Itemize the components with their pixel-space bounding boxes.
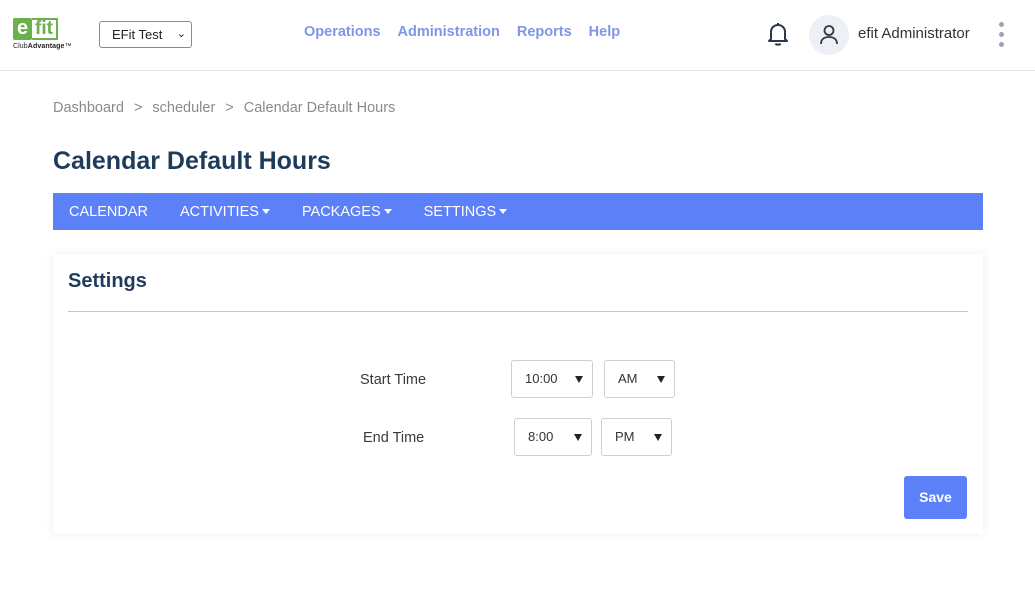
caret-down-icon: [657, 376, 665, 383]
breadcrumb: Dashboard > scheduler > Calendar Default Hou…: [53, 100, 395, 116]
page-title: Calendar Default Hours: [53, 147, 331, 175]
end-hour-value: 8:00: [528, 429, 554, 444]
start-period-select[interactable]: AM: [604, 360, 675, 398]
efit-logo[interactable]: e fit ClubAdvantage™: [13, 16, 85, 54]
breadcrumb-current: Calendar Default Hours: [243, 100, 396, 116]
club-select-value: EFit Test: [112, 27, 163, 42]
nav-operations[interactable]: Operations: [304, 24, 381, 40]
start-hour-select[interactable]: 10:00: [511, 360, 593, 398]
start-period-value: AM: [618, 371, 638, 386]
user-name[interactable]: efit Administrator: [858, 25, 970, 42]
bell-icon[interactable]: [766, 21, 790, 47]
top-bar: e fit ClubAdvantage™ EFit Test ⌄ Operatio…: [0, 0, 1035, 71]
club-select[interactable]: EFit Test ⌄: [99, 21, 192, 48]
logo-mark: e fit: [13, 16, 58, 40]
breadcrumb-scheduler[interactable]: scheduler: [152, 100, 215, 116]
end-period-value: PM: [615, 429, 635, 444]
nav-administration[interactable]: Administration: [398, 24, 500, 40]
breadcrumb-dashboard[interactable]: Dashboard: [53, 100, 124, 116]
tab-calendar[interactable]: CALENDAR: [53, 204, 164, 220]
caret-down-icon: [261, 209, 270, 214]
save-button[interactable]: Save: [904, 476, 967, 519]
breadcrumb-separator: >: [225, 100, 234, 116]
card-title: Settings: [68, 270, 147, 292]
caret-down-icon: [574, 434, 582, 441]
tab-packages[interactable]: PACKAGES: [286, 204, 408, 220]
nav-reports[interactable]: Reports: [517, 24, 572, 40]
caret-down-icon: [499, 209, 508, 214]
caret-down-icon: [383, 209, 392, 214]
sub-nav: CALENDAR ACTIVITIES PACKAGES SETTINGS: [53, 193, 983, 230]
logo-e: e: [13, 18, 32, 40]
tab-packages-label: PACKAGES: [301, 203, 381, 220]
main-nav: Operations Administration Reports Help: [304, 24, 637, 40]
nav-help[interactable]: Help: [589, 24, 620, 40]
end-time-label: End Time: [363, 430, 425, 446]
settings-card: Settings Start Time 10:00 AM End Time 8:…: [53, 254, 983, 534]
tab-activities-label: ACTIVITIES: [179, 203, 259, 220]
tab-activities[interactable]: ACTIVITIES: [164, 204, 286, 220]
end-period-select[interactable]: PM: [601, 418, 672, 456]
end-hour-select[interactable]: 8:00: [514, 418, 592, 456]
breadcrumb-separator: >: [133, 100, 143, 116]
tab-settings[interactable]: SETTINGS: [408, 204, 524, 220]
caret-down-icon: [654, 434, 662, 441]
logo-subtitle: ClubAdvantage™: [13, 43, 72, 50]
caret-down-icon: [575, 376, 583, 383]
avatar[interactable]: [809, 15, 849, 55]
chevron-down-icon: ⌄: [176, 28, 186, 40]
user-icon: [820, 25, 838, 45]
tab-calendar-label: CALENDAR: [69, 203, 148, 220]
divider: [68, 311, 968, 312]
logo-fit: fit: [32, 18, 58, 40]
start-hour-value: 10:00: [525, 371, 558, 386]
tab-settings-label: SETTINGS: [423, 203, 497, 220]
kebab-menu-icon[interactable]: [997, 22, 1005, 48]
start-time-label: Start Time: [360, 372, 427, 388]
